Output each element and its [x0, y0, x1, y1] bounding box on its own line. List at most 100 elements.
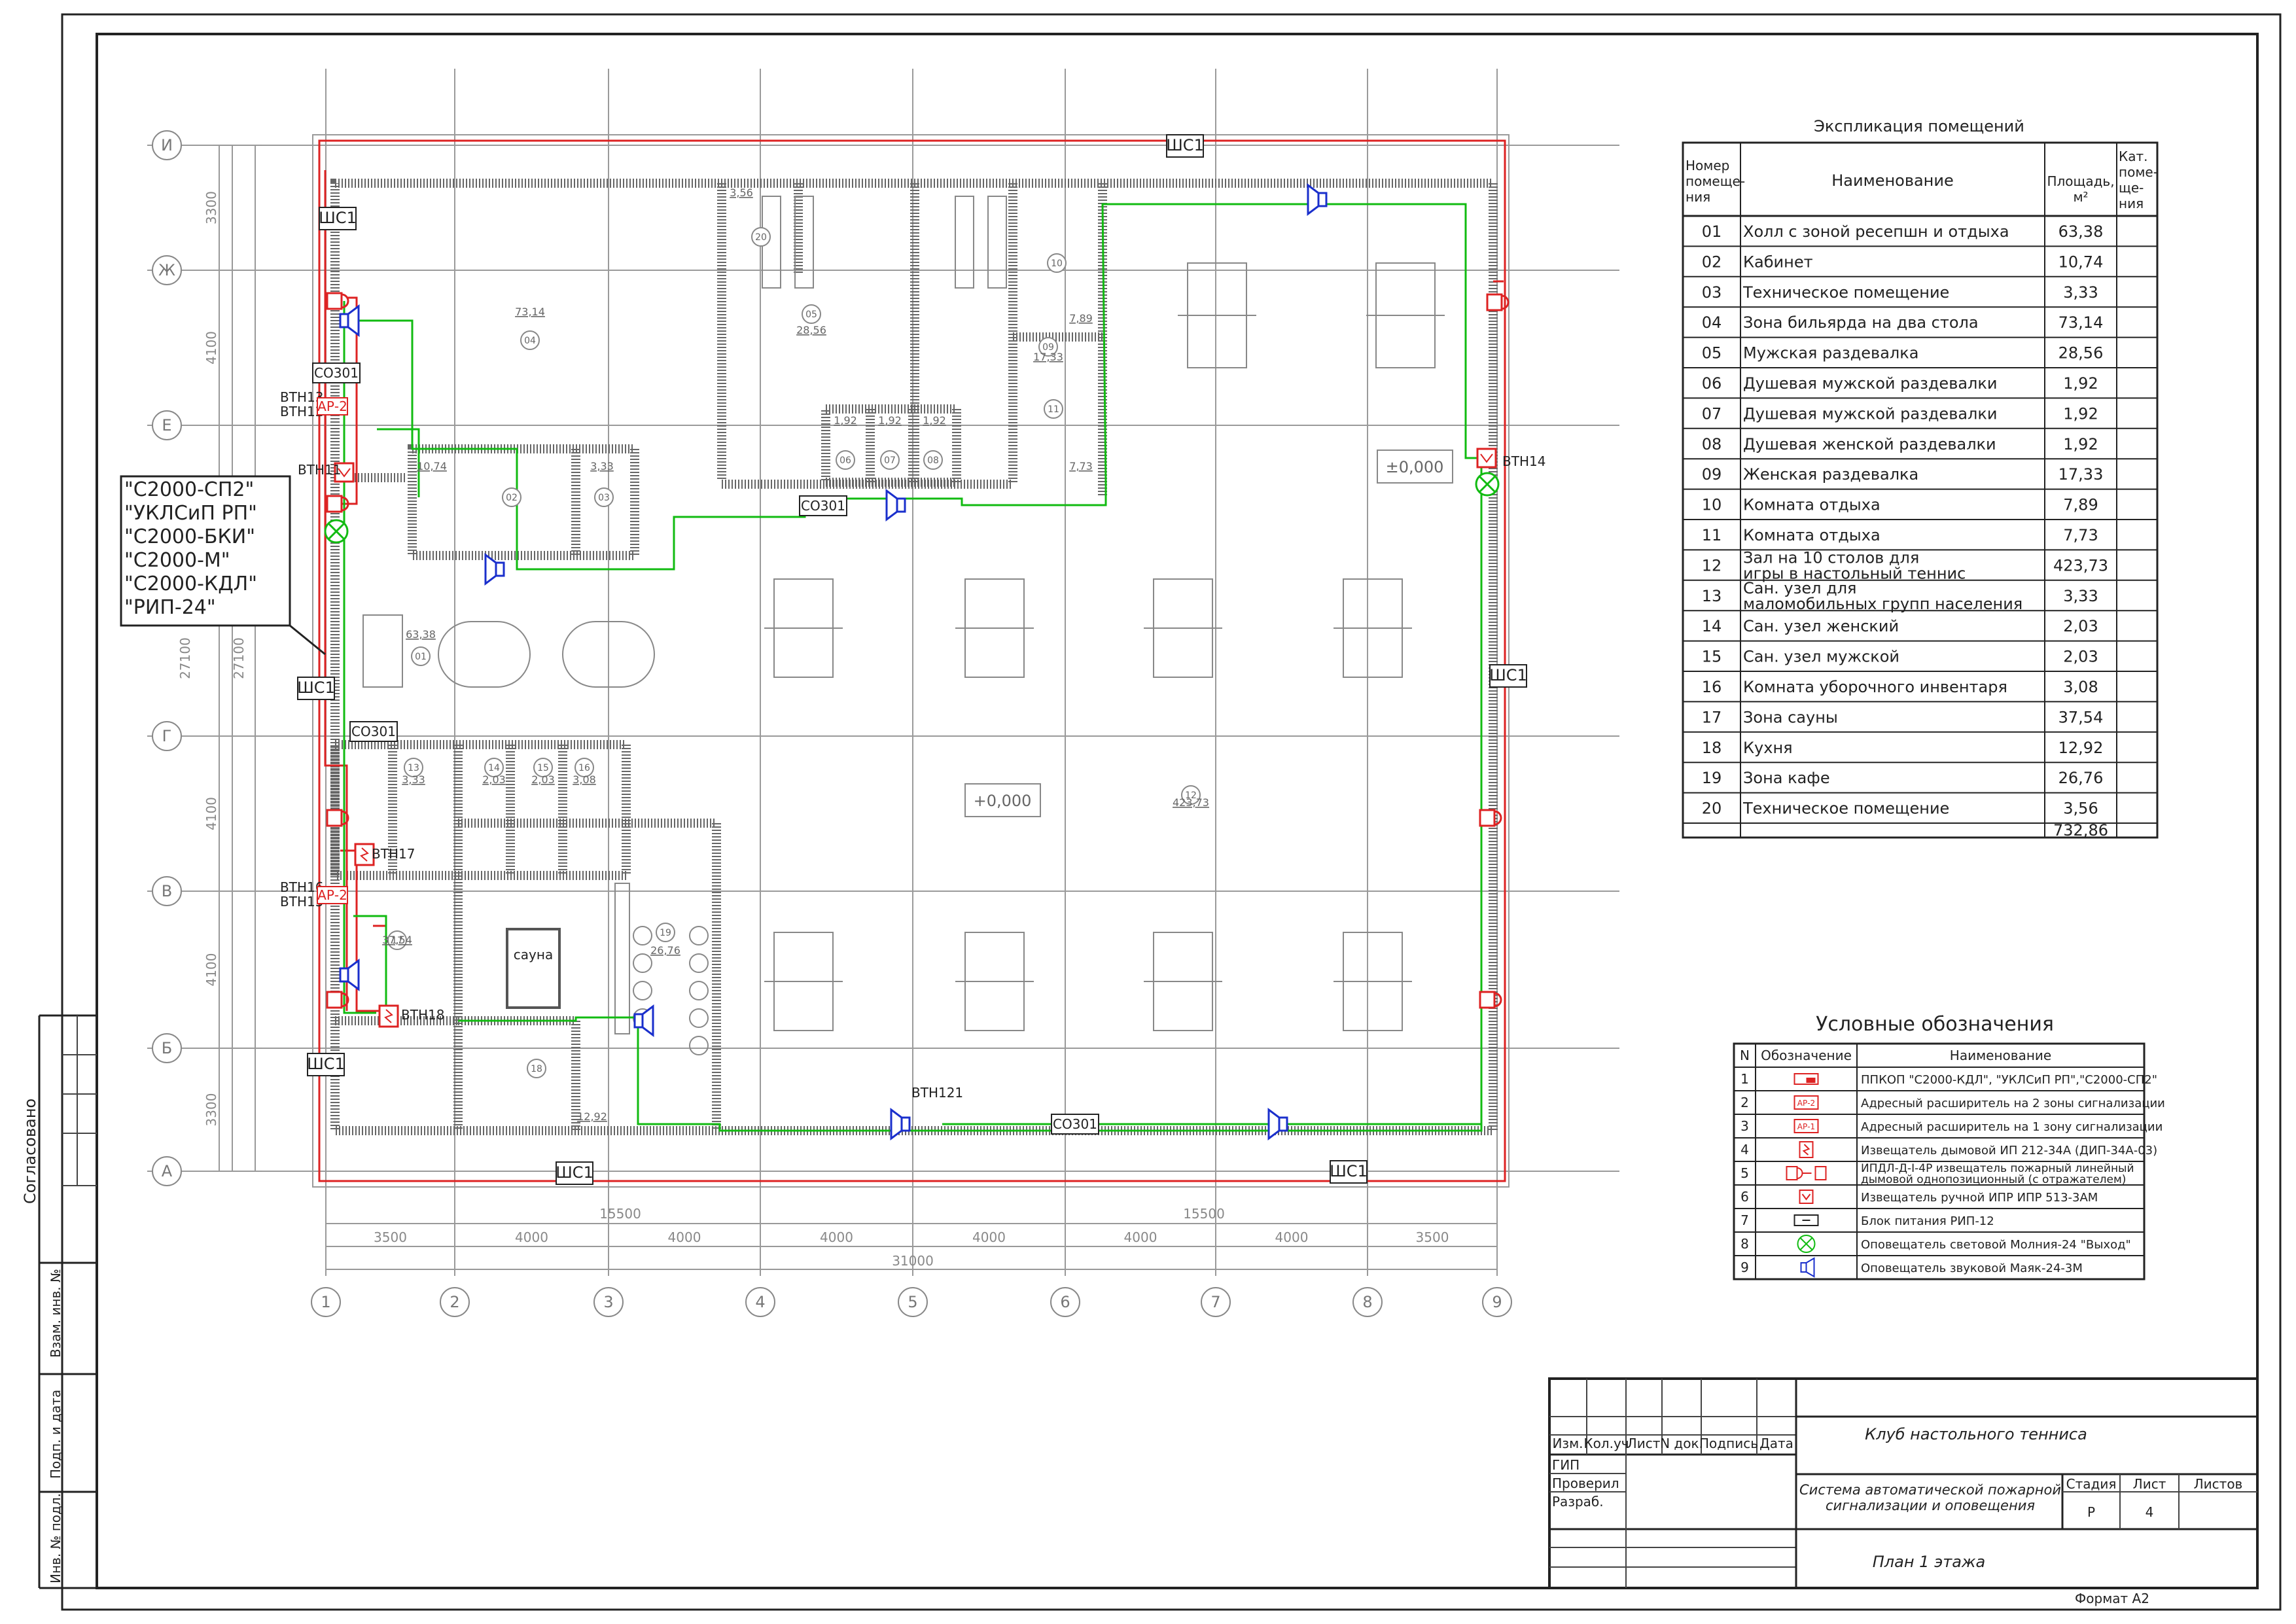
- legend-name: Адресный расширитель на 2 зоны сигнализа…: [1861, 1097, 2165, 1110]
- beam-detector-icon: [1479, 991, 1502, 1009]
- building-walls: [312, 134, 1510, 1188]
- vtn14-label: ВТН14: [1502, 453, 1545, 469]
- cafe-counter: [614, 883, 630, 1034]
- dim-total: 31000: [892, 1253, 934, 1269]
- room-number: 07: [884, 455, 896, 466]
- room-number: 06: [839, 455, 851, 466]
- explication-area: 3,56: [2063, 800, 2098, 818]
- explication-area: 26,76: [2058, 769, 2104, 787]
- level-marks: ±0,000 +0,000 сауна: [514, 450, 1453, 962]
- legend-name: ППКОП "С2000-КДЛ", "УКЛСиП РП","С2000-СП…: [1861, 1073, 2157, 1087]
- vtn18-label: ВТН18: [401, 1007, 444, 1023]
- explication-num: 12: [1702, 556, 1722, 574]
- cafe-chair: [633, 926, 652, 945]
- stamp-sheet-h: Лист: [2133, 1476, 2166, 1492]
- room-area: 17,33: [1033, 351, 1063, 363]
- room-number: 04: [524, 336, 536, 346]
- room-number: 03: [598, 493, 610, 503]
- expander-symbol-label: АР-2: [1797, 1099, 1815, 1108]
- shc1-label-left-top: ШС1: [319, 209, 357, 227]
- cafe-chair: [689, 1036, 709, 1055]
- room-number: 01: [415, 652, 427, 662]
- legend-num: 7: [1740, 1212, 1749, 1228]
- room-area: 10,74: [417, 460, 447, 472]
- sauna-label: сауна: [514, 947, 553, 962]
- explication-name: Кабинет: [1743, 253, 1813, 271]
- room-area: 1,92: [834, 414, 857, 427]
- beam-symbol: [1786, 1166, 1798, 1180]
- explication-num: 08: [1702, 435, 1722, 453]
- explication-area: 423,73: [2053, 556, 2108, 574]
- shc1-label-top: ШС1: [1166, 136, 1204, 154]
- legend-table: Условные обозначения N Обозначение Наимено…: [1733, 1013, 2165, 1280]
- explication-h-area: м²: [2073, 189, 2088, 205]
- reflector-symbol: [1814, 1166, 1827, 1180]
- room-number: 11: [1048, 404, 1059, 415]
- room-area: 1,92: [878, 414, 902, 427]
- sounder-icon: [1307, 183, 1328, 216]
- explication-num: 07: [1702, 404, 1722, 423]
- shc1-label-left-mid: ШС1: [297, 679, 335, 697]
- dim-row-total: 27100: [231, 637, 247, 679]
- stamp-system-wrap: Система автоматической пожарной сигнализ…: [1799, 1482, 2061, 1513]
- explication-name: Зона бильярда на два стола: [1743, 313, 1979, 332]
- room-number: 16: [578, 763, 590, 773]
- explication-area: 3,33: [2063, 283, 2098, 302]
- room-area: 3,08: [573, 773, 596, 786]
- cafe-chair: [689, 1008, 709, 1028]
- legend-name: Извещатель дымовой ИП 212-34А (ДИП-34А-0…: [1861, 1144, 2157, 1157]
- vtn17-label: ВТН17: [372, 846, 415, 862]
- room-area: 63,38: [406, 628, 436, 641]
- exit-light-icon: [1475, 472, 1500, 497]
- legend-num: 8: [1740, 1236, 1749, 1252]
- stamp-stage: Р: [2087, 1504, 2095, 1520]
- locker-bench: [955, 196, 974, 289]
- stamp-h-izm: Изм.: [1552, 1436, 1583, 1451]
- explication-h-num: помеще-: [1686, 173, 1745, 189]
- side-stamp: Согласовано Взам. инв. № Подп. и дата Ин…: [21, 1014, 98, 1589]
- explication-h-cat: ния: [2119, 196, 2144, 211]
- inv-orig-label: Инв. № подл.: [48, 1493, 63, 1583]
- so301-label-3: СО301: [351, 724, 396, 739]
- stamp-h-ndok: N док.: [1660, 1436, 1703, 1451]
- room-area: 3,56: [730, 186, 753, 199]
- room-explication-table: Экспликация помещений Номерпомеще-ния Наи…: [1682, 117, 2159, 839]
- room-area: 7,73: [1069, 460, 1093, 472]
- explication-num: 01: [1702, 222, 1722, 241]
- cafe-chair: [689, 953, 709, 973]
- room-area: 423,73: [1173, 796, 1209, 809]
- smoke-detector-icon: [378, 1004, 399, 1028]
- so301-label-2: СО301: [801, 498, 845, 514]
- legend-num: 2: [1740, 1095, 1749, 1110]
- expander-symbol-label: АР-1: [1797, 1122, 1815, 1131]
- explication-area: 28,56: [2058, 344, 2104, 362]
- cafe-chair: [633, 953, 652, 973]
- explication-name: Кухня: [1743, 739, 1793, 757]
- explication-num: 17: [1702, 708, 1722, 726]
- explication-name: маломобильных групп населения: [1743, 595, 2022, 613]
- legend-h-sym: Обозначение: [1761, 1048, 1852, 1063]
- explication-area: 7,73: [2063, 526, 2098, 544]
- sign-date-label: Подп. и дата: [48, 1390, 63, 1479]
- shc1-label-right: ШС1: [1489, 666, 1527, 684]
- explication-name: Техническое помещение: [1742, 283, 1949, 302]
- explication-name: Сан. узел женский: [1743, 617, 1899, 635]
- stamp-h-list: Лист: [1627, 1436, 1661, 1451]
- callout-line-6: "РИП-24": [124, 596, 216, 619]
- axis-label-row: И: [161, 136, 173, 154]
- room-number: 20: [755, 232, 767, 243]
- legend-name: дымовой однопозиционный (с отражателем): [1861, 1173, 2126, 1186]
- explication-title: Экспликация помещений: [1814, 117, 2024, 135]
- dim-row-value: 4100: [203, 797, 219, 830]
- explication-h-name: Наименование: [1831, 171, 1954, 190]
- legend-num: 6: [1740, 1189, 1749, 1205]
- legend-num: 5: [1740, 1165, 1749, 1181]
- so301-label-1: СО301: [314, 365, 359, 381]
- cafe-chair: [633, 981, 652, 1000]
- axis-label-row: Б: [162, 1039, 172, 1057]
- ar2-label-bottom: АР-2: [317, 887, 347, 903]
- explication-area: 37,54: [2058, 708, 2104, 726]
- room-number: 02: [506, 493, 518, 503]
- stamp-sheet-title: План 1 этажа: [1873, 1553, 1986, 1571]
- explication-area: 3,33: [2063, 587, 2098, 605]
